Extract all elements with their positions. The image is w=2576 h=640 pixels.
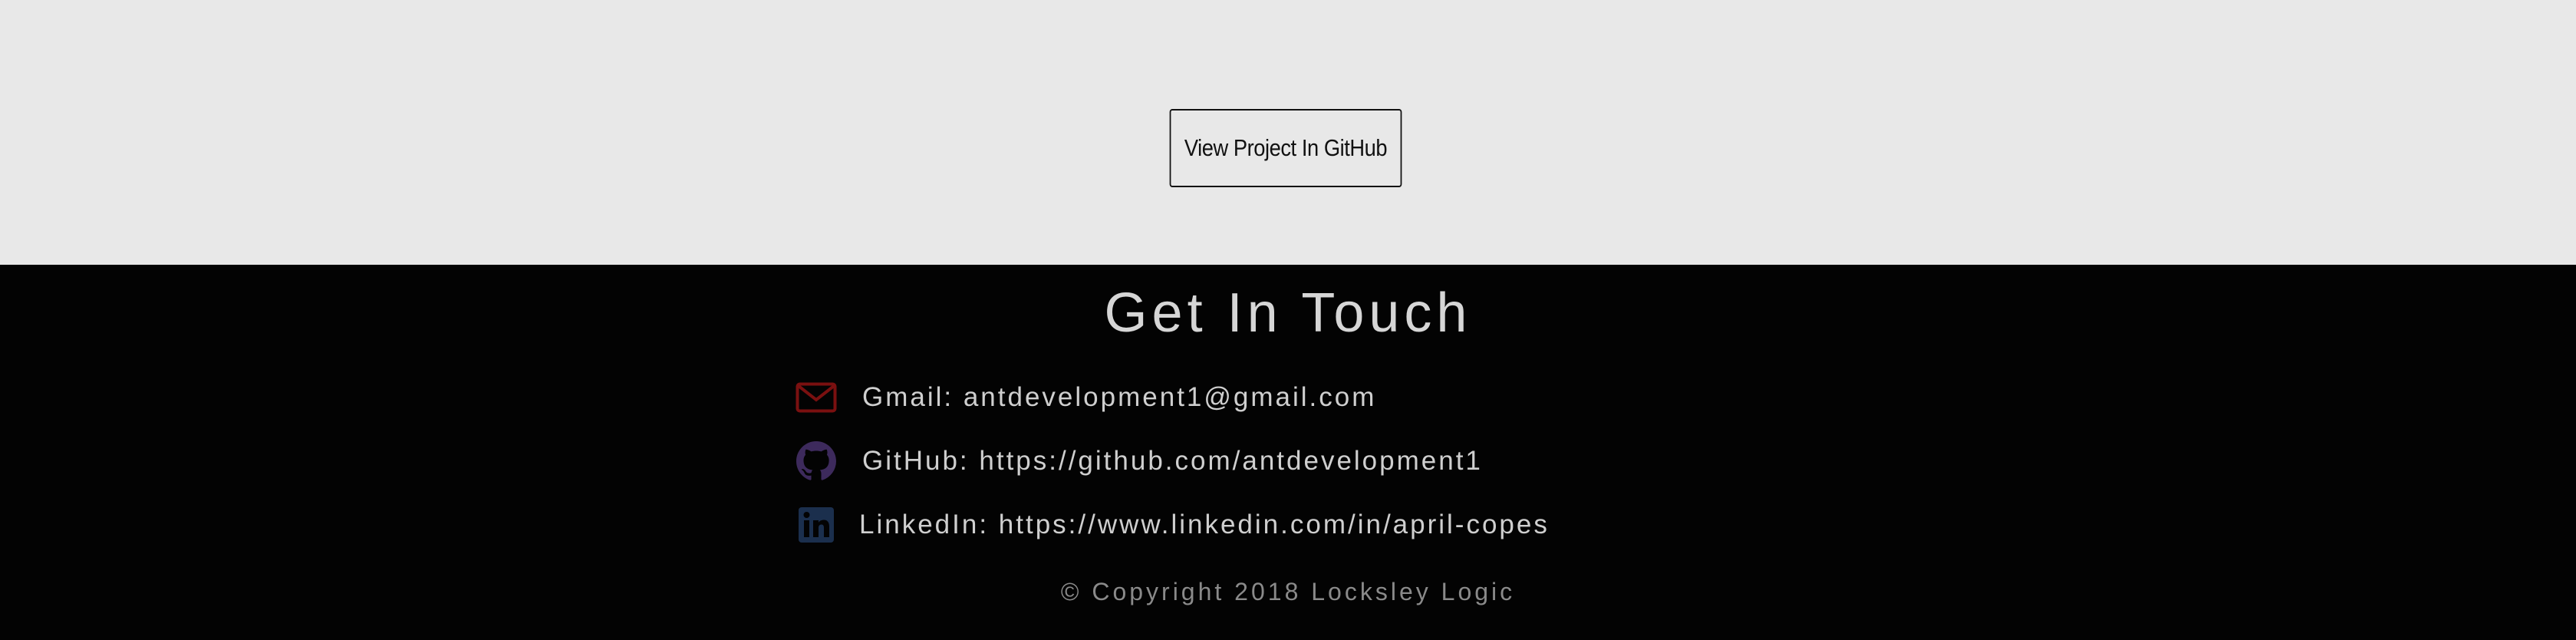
contact-row-linkedin: LinkedIn: https://www.linkedin.com/in/ap… — [795, 503, 1550, 546]
footer-title: Get In Touch — [1104, 282, 1472, 344]
github-icon — [795, 440, 838, 483]
copyright-text: © Copyright 2018 Locksley Logic — [1060, 578, 1516, 605]
linkedin-icon — [795, 503, 838, 546]
envelope-icon — [795, 376, 838, 419]
gmail-link[interactable]: Gmail: antdevelopment1@gmail.com — [862, 382, 1376, 413]
linkedin-link[interactable]: LinkedIn: https://www.linkedin.com/in/ap… — [859, 510, 1550, 540]
project-section: View Project In GitHub — [0, 0, 2576, 265]
contact-row-github: GitHub: https://github.com/antdevelopmen… — [795, 440, 1483, 483]
github-link[interactable]: GitHub: https://github.com/antdevelopmen… — [862, 446, 1483, 477]
view-project-github-button[interactable]: View Project In GitHub — [1169, 109, 1402, 187]
contact-row-gmail: Gmail: antdevelopment1@gmail.com — [795, 376, 1376, 419]
footer-contact: Get In Touch Gmail: antdevelopment1@gmai… — [0, 265, 2576, 640]
